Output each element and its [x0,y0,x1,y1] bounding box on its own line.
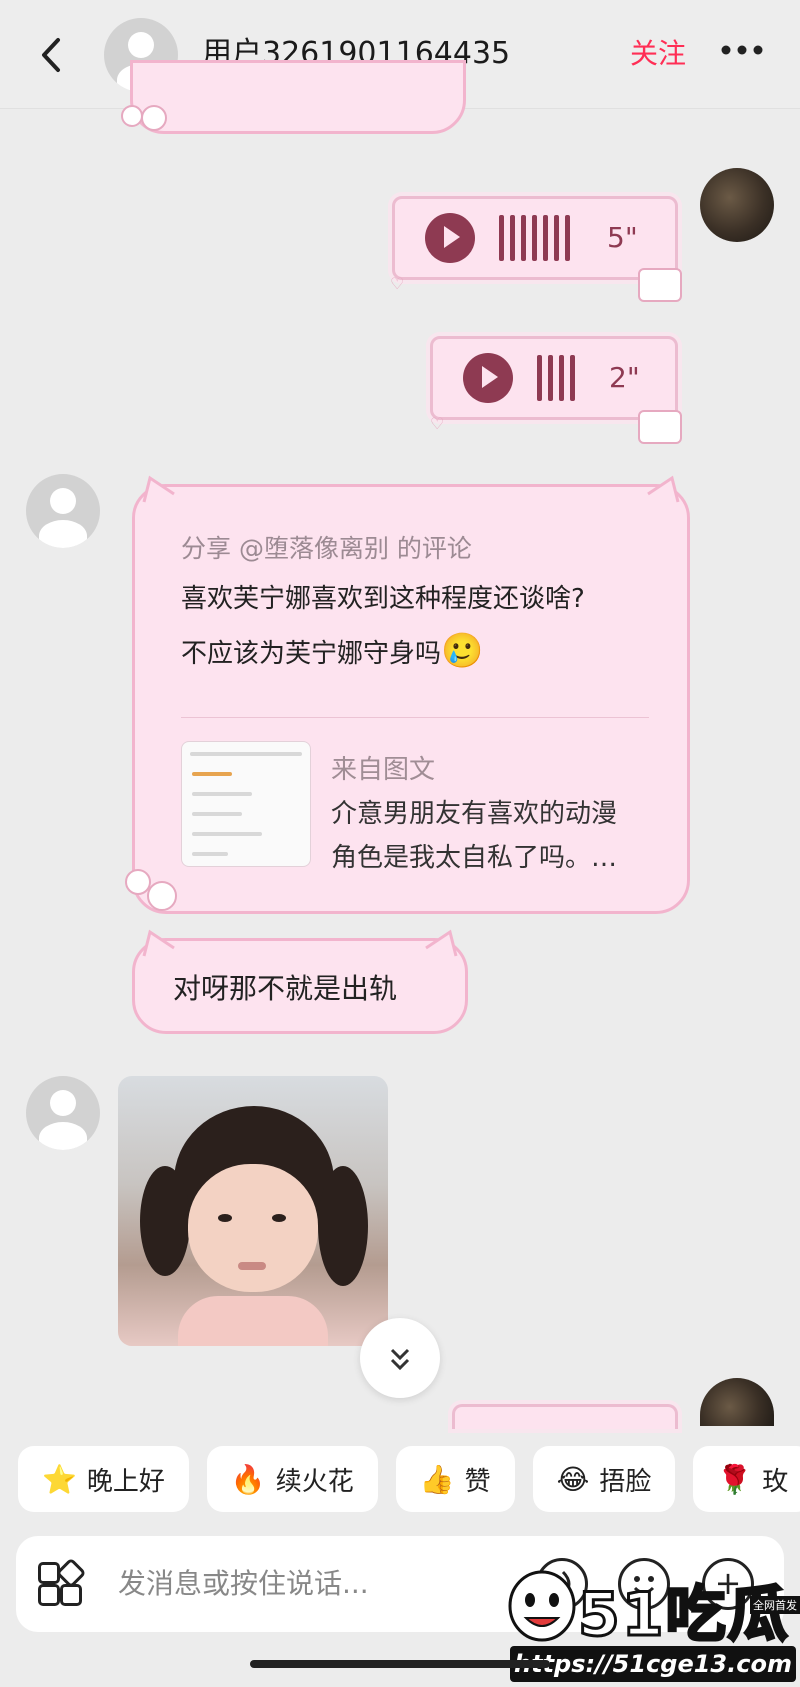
star-emoji-icon: ⭐ [42,1462,77,1496]
shared-comment-card[interactable]: 分享 @堕落像离别 的评论 喜欢芙宁娜喜欢到这种程度还谈啥? 不应该为芙宁娜守身… [132,484,690,914]
home-indicator [250,1660,550,1668]
post-excerpt-1: 介意男朋友有喜欢的动漫 [331,799,618,829]
image-message[interactable] [118,1076,388,1346]
waveform [499,215,570,261]
cat-ear-right-icon [636,474,682,504]
watermark: 51吃瓜 全网首发 https://51cge13.com [504,1560,800,1687]
waveform [537,355,575,401]
thumbs-up-emoji-icon: 👍 [419,1462,455,1496]
pixel-heart-icon: ♡ [390,274,405,293]
quick-reply-chip[interactable]: 👍 赞 [395,1446,515,1512]
my-avatar[interactable] [700,168,774,242]
cat-ear-left-icon [140,928,186,958]
cat-ear-right-icon [414,928,460,958]
post-thumbnail[interactable] [181,741,311,867]
mascot-icon [508,1570,576,1642]
voice-message[interactable]: 2" [430,336,678,420]
bow-decoration-icon [118,860,184,916]
post-excerpt-2: 角色是我太自私了吗。… [331,843,618,873]
double-chevron-down-icon [390,1348,410,1371]
voice-duration: 5" [607,221,638,254]
watermark-tag: 全网首发 [750,1596,800,1614]
from-label: 来自图文 [331,755,436,785]
scroll-to-bottom-button[interactable] [360,1318,440,1398]
pixel-heart-icon: ♡ [430,414,445,433]
quick-replies: ⭐ 晚上好 🔥 续火花 👍 赞 😂 捂脸 🌹 玫 [18,1446,800,1514]
follow-button[interactable]: 关注 [630,34,686,74]
quick-reply-chip[interactable]: 🔥 续火花 [206,1446,378,1512]
rose-emoji-icon: 🌹 [717,1462,753,1496]
facepalm-emoji-icon: 😂 [556,1462,590,1496]
voice-message[interactable]: 5" [392,196,678,280]
play-icon[interactable] [425,213,475,263]
message-text: 对呀那不就是出轨 [173,972,398,1005]
contact-avatar[interactable] [26,1076,100,1150]
voice-duration: 2" [609,361,640,394]
fire-emoji-icon: 🔥 [230,1462,266,1496]
share-source: 分享 @堕落像离别 的评论 [181,534,472,563]
chevron-left-icon [42,38,60,72]
quick-reply-chip[interactable]: ⭐ 晚上好 [18,1446,189,1512]
back-button[interactable] [32,30,72,80]
watermark-url: https://51cge13.com [510,1646,796,1682]
share-line-1: 喜欢芙宁娜喜欢到这种程度还谈啥? [181,584,585,614]
apps-grid-icon[interactable] [38,1557,87,1606]
cat-ear-left-icon [140,474,186,504]
play-icon[interactable] [463,353,513,403]
quick-reply-chip[interactable]: 🌹 玫 [693,1446,800,1512]
more-button[interactable] [718,30,766,79]
my-avatar[interactable] [700,1378,774,1426]
divider [181,717,649,718]
ellipsis-icon [721,45,763,55]
pixel-bunny-icon [638,268,682,302]
message-bubble-partial [130,60,466,134]
share-line-2: 不应该为芙宁娜守身吗🥲 [181,631,484,671]
voice-message-partial[interactable] [452,1404,678,1429]
contact-avatar[interactable] [26,474,100,548]
sweat-smile-emoji-icon: 🥲 [441,631,484,671]
pixel-bunny-icon [638,410,682,444]
quick-reply-chip[interactable]: 😂 捂脸 [532,1446,676,1512]
bow-decoration-icon [116,98,176,138]
message-input[interactable]: 发消息或按住说话... [118,1562,369,1606]
